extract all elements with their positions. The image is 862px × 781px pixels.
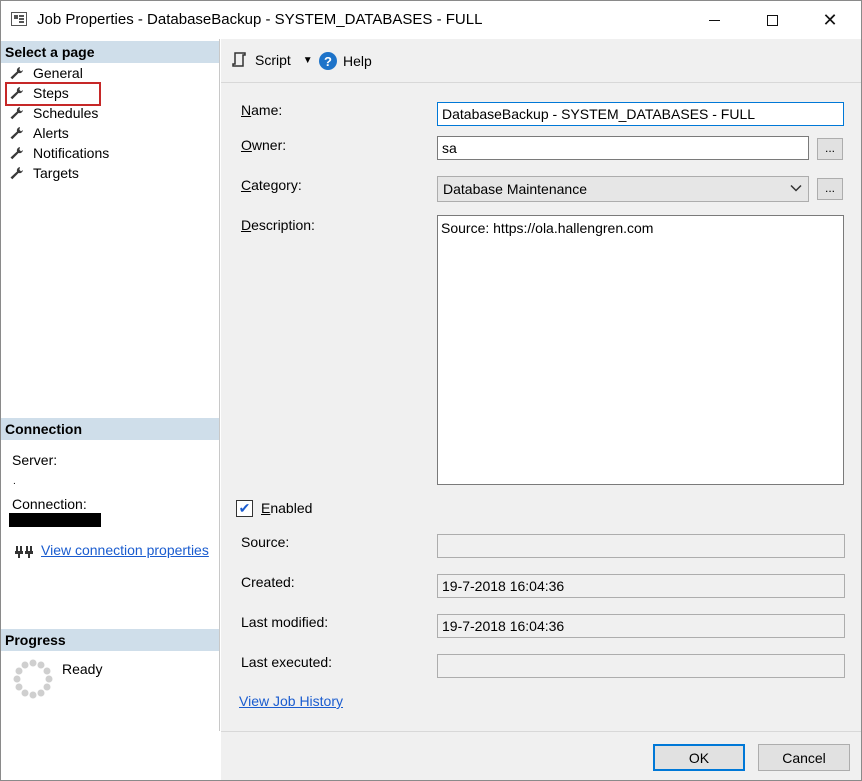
window-icon: [11, 12, 27, 26]
name-label: Name:: [241, 102, 283, 118]
enabled-label: Enabled: [261, 500, 313, 516]
description-textarea[interactable]: Source: https://ola.hallengren.com: [437, 215, 844, 485]
toolbar: Script ▼ ? Help: [221, 39, 861, 83]
minimize-button[interactable]: [691, 1, 737, 39]
chevron-down-icon: [790, 184, 802, 192]
progress-spinner-icon: [13, 659, 53, 699]
last-modified-field: 19-7-2018 16:04:36: [437, 614, 845, 638]
view-connection-properties-link[interactable]: View connection properties: [41, 542, 209, 558]
created-label: Created:: [241, 574, 295, 590]
last-executed-label: Last executed:: [241, 654, 333, 670]
nav-item-alerts[interactable]: Alerts: [9, 123, 69, 143]
nav-item-label: General: [33, 65, 83, 81]
ok-button[interactable]: OK: [653, 744, 745, 771]
script-label: Script: [255, 52, 291, 68]
nav-item-general[interactable]: General: [9, 63, 83, 83]
last-modified-label: Last modified:: [241, 614, 329, 630]
created-field: 19-7-2018 16:04:36: [437, 574, 845, 598]
nav-item-label: Alerts: [33, 125, 69, 141]
nav-item-label: Schedules: [33, 105, 99, 121]
dialog-footer: OK Cancel: [221, 731, 861, 780]
owner-label: Owner:: [241, 137, 287, 153]
wrench-icon: [9, 126, 25, 140]
connection-header: Connection: [1, 418, 219, 440]
script-button[interactable]: Script ▼: [231, 52, 313, 68]
title-bar: Job Properties - DatabaseBackup - SYSTEM…: [1, 1, 861, 39]
chevron-down-icon: ▼: [302, 54, 313, 66]
nav-item-label: Notifications: [33, 145, 110, 161]
category-value: Database Maintenance: [443, 181, 587, 197]
nav-item-notifications[interactable]: Notifications: [9, 143, 109, 163]
view-job-history-link[interactable]: View Job History: [239, 693, 343, 709]
category-select[interactable]: Database Maintenance: [437, 176, 809, 202]
server-value: .: [13, 476, 16, 487]
wrench-icon: [9, 66, 25, 80]
progress-status: Ready: [62, 661, 103, 677]
nav-item-targets[interactable]: Targets: [9, 163, 79, 183]
redacted-connection-value: [9, 513, 101, 527]
help-button[interactable]: ? Help: [319, 52, 372, 70]
source-label: Source:: [241, 534, 290, 550]
checkmark-icon: ✔: [238, 500, 251, 516]
progress-header: Progress: [1, 629, 219, 651]
close-button[interactable]: ✕: [807, 1, 853, 39]
general-page: Name: DatabaseBackup - SYSTEM_DATABASES …: [221, 83, 861, 731]
left-pane: Select a page General Steps Schedules Al…: [1, 39, 220, 731]
wrench-icon: [9, 146, 25, 160]
last-executed-field: [437, 654, 845, 678]
window-title: Job Properties - DatabaseBackup - SYSTEM…: [37, 11, 483, 28]
help-label: Help: [343, 53, 372, 69]
enabled-checkbox[interactable]: ✔: [236, 500, 253, 517]
cancel-button[interactable]: Cancel: [758, 744, 850, 771]
owner-browse-button[interactable]: ...: [817, 138, 843, 160]
script-icon: [232, 52, 246, 67]
category-label: Category:: [241, 177, 302, 193]
wrench-icon: [9, 166, 25, 180]
category-browse-button[interactable]: ...: [817, 178, 843, 200]
maximize-icon: [766, 14, 778, 26]
close-icon: ✕: [822, 9, 838, 31]
source-field: [437, 534, 845, 558]
server-label: Server:: [12, 452, 58, 468]
select-page-header: Select a page: [1, 41, 219, 63]
nav-item-schedules[interactable]: Schedules: [9, 103, 98, 123]
description-label: Description:: [241, 217, 315, 233]
help-icon: ?: [319, 52, 337, 70]
nav-item-label: Targets: [33, 165, 79, 181]
connection-properties-icon: [15, 546, 33, 558]
maximize-button[interactable]: [749, 1, 795, 39]
connection-label: Connection:: [12, 496, 87, 512]
wrench-icon: [9, 106, 25, 120]
minimize-icon: [708, 19, 720, 21]
name-field[interactable]: DatabaseBackup - SYSTEM_DATABASES - FULL: [437, 102, 844, 126]
owner-field[interactable]: sa: [437, 136, 809, 160]
job-properties-window: Job Properties - DatabaseBackup - SYSTEM…: [0, 0, 862, 781]
